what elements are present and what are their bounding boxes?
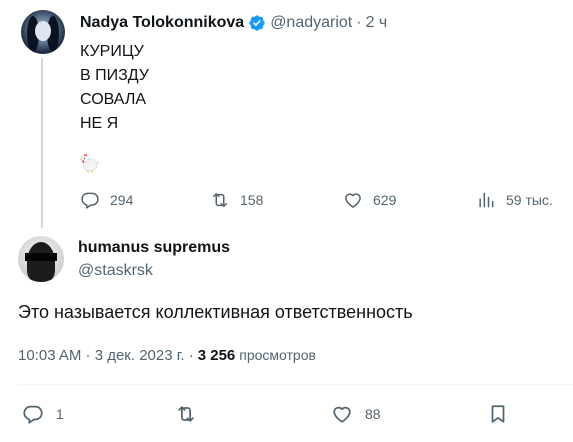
repost-button[interactable] (175, 402, 209, 426)
reply-views-label: просмотров (239, 347, 316, 363)
repost-count: 158 (240, 192, 264, 208)
chicken-emoji-icon (79, 153, 100, 173)
reply-button[interactable]: 1 (22, 402, 64, 426)
reply-body: Это называется коллективная ответственно… (18, 302, 413, 322)
tweet-time[interactable]: 2 ч (366, 14, 388, 32)
reply-meta: 10:03 AM · 3 дек. 2023 г. · 3 256 просмо… (18, 347, 316, 364)
reply-author-display-name[interactable]: humanus supremus (78, 239, 230, 257)
like-count: 88 (365, 406, 381, 422)
tweet-text-line: НЕ Я (80, 115, 119, 132)
reply-action-bar: 1 88 (0, 402, 573, 428)
like-button[interactable]: 88 (331, 402, 381, 426)
like-button[interactable]: 629 (343, 188, 396, 212)
tweet-text-line: СОВАЛА (80, 91, 146, 108)
author-display-name[interactable]: Nadya Tolokonnikova (80, 14, 244, 32)
author-handle[interactable]: @nadyariot (270, 14, 352, 32)
analytics-icon (479, 192, 494, 208)
divider (18, 384, 573, 385)
repost-icon (178, 406, 194, 422)
heart-icon (333, 406, 351, 423)
tweet-thread: Nadya Tolokonnikova @nadyariot · 2 ч КУР… (0, 0, 573, 442)
repost-button[interactable]: 158 (210, 188, 263, 212)
reply-icon (81, 192, 99, 209)
tweet-action-bar: 294 158 629 59 тыс. (0, 188, 573, 212)
reply-timestamp[interactable]: 10:03 AM · 3 дек. 2023 г. · (18, 347, 194, 364)
verified-badge-icon (249, 15, 265, 31)
bookmark-button[interactable] (487, 402, 521, 426)
bookmark-icon (491, 405, 505, 423)
view-count: 59 тыс. (506, 192, 553, 208)
tweet-text-line: КУРИЦУ (80, 43, 144, 60)
reply-icon (23, 405, 43, 424)
views-button[interactable]: 59 тыс. (476, 188, 553, 212)
author-avatar[interactable] (21, 10, 65, 54)
like-count: 629 (373, 192, 397, 208)
reply-views-count: 3 256 (197, 347, 236, 364)
reply-count: 294 (110, 192, 134, 208)
tweet-header: Nadya Tolokonnikova @nadyariot · 2 ч (80, 12, 387, 34)
heart-icon (345, 193, 361, 208)
reply-author-handle[interactable]: @staskrsk (78, 262, 153, 280)
separator-dot: · (356, 14, 362, 31)
reply-author-avatar[interactable] (18, 236, 64, 282)
tweet-text-line: В ПИЗДУ (80, 67, 149, 84)
reply-button[interactable]: 294 (80, 188, 133, 212)
repost-icon (213, 193, 227, 207)
reply-count: 1 (56, 406, 64, 422)
tweet-body: КУРИЦУ В ПИЗДУ СОВАЛА НЕ Я (80, 40, 149, 136)
